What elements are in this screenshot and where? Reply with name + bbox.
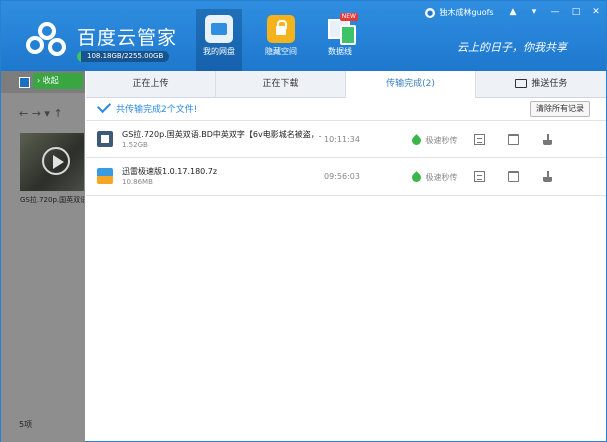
- summary-text: 共传输完成2个文件!: [116, 105, 198, 115]
- file-size: 10.86MB: [122, 178, 153, 186]
- file-size: 1.52GB: [122, 141, 148, 149]
- user-account[interactable]: ● 独木成林guofs: [425, 7, 494, 18]
- collapse-button[interactable]: › 收起: [33, 73, 83, 89]
- close-button[interactable]: ✕: [587, 5, 605, 19]
- tab-push-tasks[interactable]: 推送任务: [476, 71, 606, 98]
- play-triangle: [53, 155, 64, 169]
- transfer-summary: 共传输完成2个文件! 清除所有记录: [86, 98, 606, 120]
- user-name: 独木成林guofs: [439, 8, 494, 17]
- lock-icon: [267, 15, 295, 43]
- push-task-icon: [514, 79, 527, 88]
- tab-push-label: 推送任务: [531, 79, 568, 89]
- data-cable-icon: NEW: [326, 13, 358, 45]
- maximize-button[interactable]: □: [567, 5, 585, 19]
- baidu-cloud-logo-icon: [26, 22, 66, 56]
- new-badge: NEW: [339, 13, 358, 21]
- clear-record-icon[interactable]: [542, 171, 553, 182]
- rocket-icon: [410, 171, 423, 184]
- storage-quota-fill: [77, 51, 82, 62]
- details-icon[interactable]: [474, 171, 485, 182]
- file-time: 09:56:03: [324, 172, 360, 181]
- user-avatar-icon: ●: [425, 7, 435, 18]
- storage-quota-bar: 108.18GB/2255.00GB: [77, 51, 169, 62]
- details-icon[interactable]: [474, 134, 485, 145]
- file-name: 迅雷极速版1.0.17.180.7z: [122, 167, 218, 176]
- rocket-icon: [410, 134, 423, 147]
- app-title: 百度云管家: [77, 27, 178, 49]
- tab-downloading[interactable]: 正在下载: [216, 71, 346, 98]
- tab-uploading[interactable]: 正在上传: [86, 71, 216, 98]
- nav-hidden-space-label: 隐藏空间: [265, 47, 297, 56]
- nav-data-cable-label: 数据线: [328, 47, 352, 56]
- video-thumbnail[interactable]: [20, 133, 84, 191]
- check-icon: [96, 98, 112, 114]
- file-name: GS拉.720p.国英双语.BD中英双字【6v电影城名被盗，...: [122, 130, 322, 139]
- left-panel-toolbar: › 收起: [1, 71, 85, 93]
- clear-record-icon[interactable]: [542, 134, 553, 145]
- storage-quota-text: 108.18GB/2255.00GB: [87, 52, 164, 60]
- nav-my-disk[interactable]: 我的网盘: [196, 9, 242, 71]
- transfer-row[interactable]: GS拉.720p.国英双语.BD中英双字【6v电影城名被盗，... 1.52GB…: [86, 120, 606, 158]
- file-time: 10:11:34: [324, 135, 360, 144]
- open-folder-icon[interactable]: [508, 171, 519, 182]
- minimize-button[interactable]: —: [546, 5, 564, 19]
- disk-icon: [205, 15, 233, 43]
- tab-completed[interactable]: 传输完成(2): [346, 71, 476, 99]
- transfer-tabs: 正在上传 正在下载 传输完成(2) 推送任务: [86, 71, 606, 99]
- app-window: 百度云管家 108.18GB/2255.00GB 我的网盘 隐藏空间 NEW 数…: [0, 0, 607, 442]
- slogan-text: 云上的日子，你我共享: [457, 41, 567, 54]
- thumbnail-filename: GS拉.720p.国英双语: [20, 196, 84, 204]
- menu-button[interactable]: ▾: [525, 5, 543, 19]
- left-file-panel: › 收起 ← → ▾ ↑ GS拉.720p.国英双语 5项: [1, 71, 85, 442]
- nav-hidden-space[interactable]: 隐藏空间: [258, 9, 304, 67]
- nav-data-cable[interactable]: NEW 数据线: [317, 9, 363, 67]
- play-icon[interactable]: [42, 147, 70, 175]
- archive-file-icon: [97, 168, 113, 184]
- speed-label: 极速秒传: [425, 136, 458, 145]
- clear-all-records-button[interactable]: 清除所有记录: [530, 101, 590, 117]
- notification-button[interactable]: ▲: [504, 5, 522, 19]
- item-count: 5项: [19, 420, 33, 429]
- nav-my-disk-label: 我的网盘: [203, 47, 235, 56]
- header-bar: 百度云管家 108.18GB/2255.00GB 我的网盘 隐藏空间 NEW 数…: [1, 1, 606, 71]
- speed-label: 极速秒传: [425, 173, 458, 182]
- open-folder-icon[interactable]: [508, 134, 519, 145]
- chevron-right-icon: ›: [37, 76, 41, 85]
- video-file-icon: [97, 131, 113, 147]
- left-panel-nav-arrows[interactable]: ← → ▾ ↑: [19, 107, 63, 120]
- upload-icon[interactable]: [19, 77, 30, 88]
- transfer-speed: 极速秒传: [410, 134, 458, 147]
- transfer-speed: 极速秒传: [410, 171, 458, 184]
- collapse-label: 收起: [42, 76, 59, 85]
- transfer-row[interactable]: 迅雷极速版1.0.17.180.7z 10.86MB 09:56:03 极速秒传: [86, 158, 606, 196]
